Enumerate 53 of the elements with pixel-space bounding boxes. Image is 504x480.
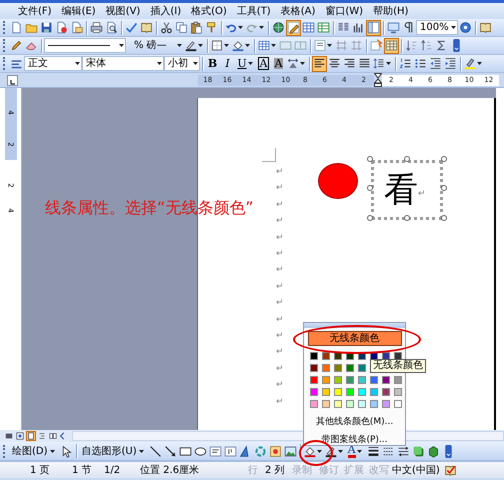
menu-item[interactable]: 表格(A) — [278, 4, 318, 18]
status-text: 录制 — [292, 464, 313, 478]
paragraph-mark: ↵ — [276, 215, 284, 228]
menu-item[interactable]: 帮助(H) — [371, 4, 410, 18]
menu-item[interactable]: 视图(V) — [104, 4, 142, 18]
menu-item[interactable]: 其他线条颜色(M)... — [314, 416, 396, 430]
line-weight-field[interactable]: % 磅— — [130, 38, 184, 53]
menu-item[interactable]: 工具(T) — [234, 4, 273, 18]
paragraph-mark: ↵ — [276, 166, 284, 179]
paragraph-mark: ↵ — [276, 232, 284, 245]
font-size-field[interactable]: 小初 — [164, 56, 200, 71]
paragraph-mark: ↵ — [276, 280, 284, 294]
menu-item[interactable]: 插入(I) — [148, 4, 184, 18]
paragraph-mark: ↵ — [276, 198, 284, 212]
format-button[interactable]: I — [220, 56, 235, 72]
no-line-color-button[interactable]: 无线条颜色 — [308, 331, 402, 346]
format-button[interactable]: A — [256, 56, 271, 72]
status-text: 1 页 — [30, 464, 51, 478]
menu-item[interactable]: 带图案线条(P)... — [319, 434, 390, 447]
paragraph-mark: ↵ — [276, 396, 284, 409]
status-text: 1 节 — [72, 464, 93, 478]
paragraph-mark: ↵ — [276, 330, 284, 344]
paragraph-mark: ↵ — [276, 264, 284, 278]
status-text: 1/2 — [104, 464, 122, 478]
paragraph-mark: ↵ — [418, 188, 426, 202]
format-button[interactable]: B — [205, 56, 220, 72]
format-button[interactable]: U — [235, 56, 256, 72]
text-box-text: 看 — [384, 173, 418, 207]
paragraph-mark: ↵ — [276, 346, 284, 360]
menu-item[interactable]: 格式(O) — [189, 4, 229, 18]
zoom-field[interactable]: 100% — [416, 20, 458, 35]
menu-button[interactable]: 绘图(D) — [9, 443, 59, 459]
menu-item[interactable]: 文件(F) — [16, 4, 54, 18]
paragraph-mark: ↵ — [276, 314, 284, 327]
format-button[interactable]: A — [271, 56, 286, 72]
paragraph-mark: ↵ — [276, 297, 284, 310]
menu-button[interactable]: 自选图形(U) — [78, 443, 148, 459]
paragraph-mark: ↵ — [276, 182, 284, 196]
status-text: 修订 — [319, 464, 340, 478]
status-text: 行 — [248, 464, 259, 478]
menu-item[interactable]: 编辑(E) — [60, 4, 98, 18]
tooltip: 无线条颜色 — [370, 359, 426, 373]
status-text: 扩展 — [344, 464, 365, 478]
font-field[interactable]: 宋体 — [82, 56, 164, 71]
status-text: 改写 — [369, 464, 390, 478]
paragraph-mark: ↵ — [276, 248, 284, 262]
status-text: 位置 2.6厘米 — [140, 464, 200, 478]
status-text: 中文(中国) — [392, 464, 441, 478]
paragraph-mark: ↵ — [276, 362, 284, 376]
menu-item[interactable]: 窗口(W) — [323, 4, 366, 18]
status-text: 2 列 — [265, 464, 286, 478]
paragraph-mark: ↵ — [276, 379, 284, 392]
style-field[interactable]: 正文 — [24, 56, 82, 71]
